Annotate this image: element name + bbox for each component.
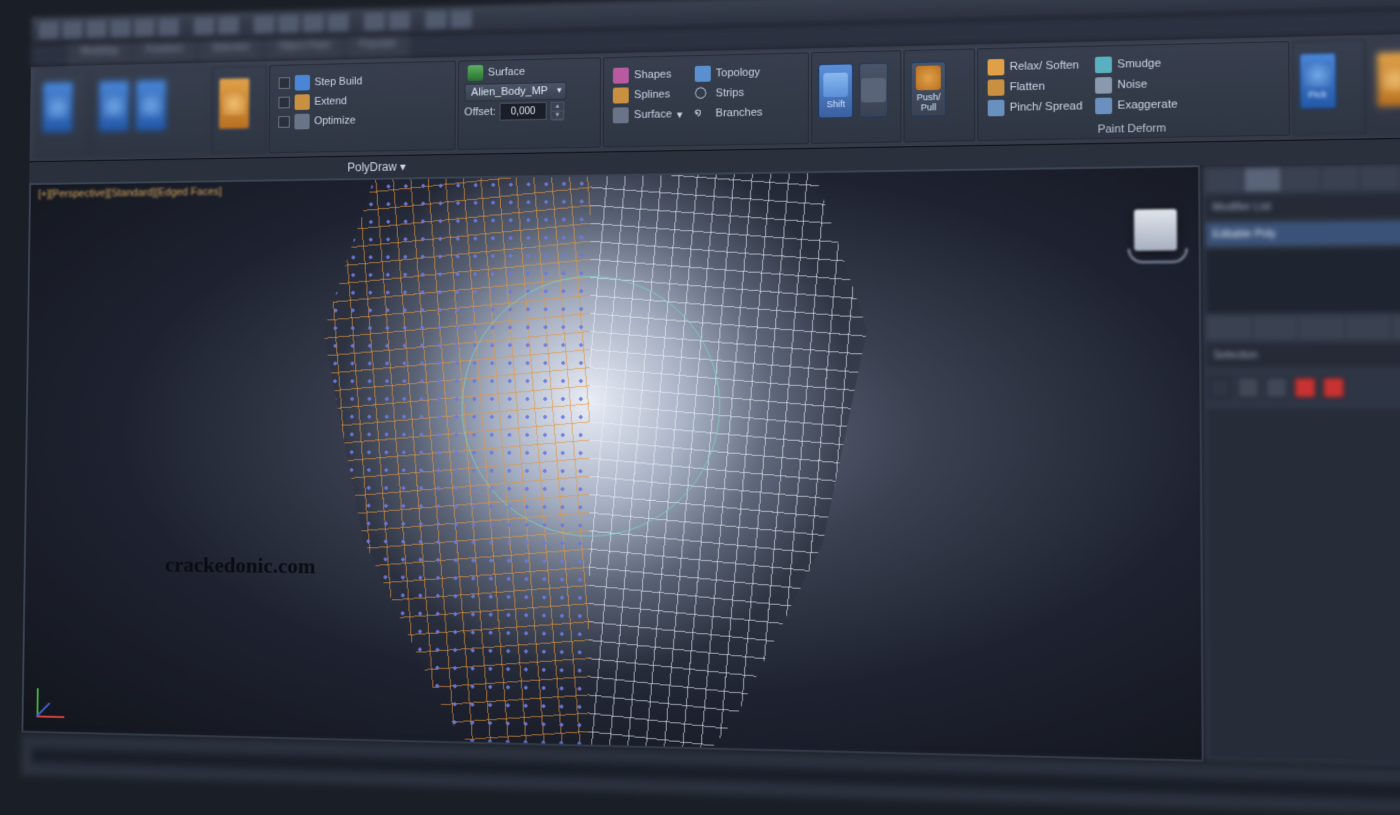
panel-pick: Pick (1291, 39, 1367, 135)
offset-spinner[interactable]: ▲▼ (551, 102, 565, 120)
new-icon[interactable] (62, 20, 82, 38)
relax-button[interactable]: Relax/ Soften (984, 56, 1085, 77)
pin-stack-icon[interactable] (1207, 317, 1251, 340)
viewcube[interactable] (1134, 209, 1177, 251)
tab-hierarchy-icon[interactable] (1283, 167, 1320, 190)
command-panel[interactable]: Modifier List Editable Poly Selection (1200, 161, 1400, 767)
shapes-button[interactable]: Shapes (610, 65, 685, 85)
border-swatch[interactable] (1266, 377, 1288, 398)
topology-tool-icon[interactable] (218, 77, 251, 130)
mesh-head[interactable] (236, 165, 958, 762)
vertex-swatch[interactable] (1209, 377, 1231, 398)
modifier-stack[interactable] (1206, 248, 1400, 313)
panel-edit: Step Build Extend Optimize (268, 61, 456, 154)
conform-tool-b-icon[interactable] (135, 79, 167, 132)
redo-icon[interactable] (158, 18, 179, 36)
snap-icon[interactable] (364, 12, 385, 30)
object-name-dropdown[interactable]: Alien_Body_MP (464, 82, 566, 102)
show-end-icon[interactable] (1253, 316, 1297, 339)
link-icon[interactable] (194, 17, 215, 35)
material-icon[interactable] (425, 10, 446, 28)
extend-button[interactable]: Extend (275, 92, 365, 111)
rollout-body[interactable] (1207, 409, 1400, 764)
conform-tool-a-icon[interactable] (98, 80, 130, 132)
panel-geometry: Shapes Splines Surface ▾ Topology ◯Strip… (603, 52, 809, 147)
save-icon[interactable] (110, 19, 131, 37)
app-icon[interactable] (39, 21, 59, 39)
axis-x (36, 715, 64, 718)
command-panel-tabs[interactable] (1206, 166, 1400, 192)
modifier-stack-item[interactable]: Editable Poly (1206, 220, 1400, 246)
offset-input[interactable] (500, 102, 547, 121)
panel-conform (91, 66, 210, 156)
edge-swatch[interactable] (1237, 377, 1259, 398)
smudge-button[interactable]: Smudge (1092, 54, 1181, 74)
tab-freeform[interactable]: Freeform (133, 40, 197, 65)
pushpull-button[interactable]: Push/ Pull (911, 61, 946, 117)
panel-brush (1368, 38, 1400, 135)
axis-gizmo (36, 675, 77, 719)
drag-tool-icon[interactable] (42, 81, 74, 133)
viewport-perspective[interactable]: [+][Perspective][Standard][Edged Faces] … (21, 165, 1203, 762)
move-icon[interactable] (278, 14, 299, 32)
remove-mod-icon[interactable] (1346, 316, 1391, 339)
surface-toggle[interactable]: Surface (465, 63, 528, 82)
stack-toolbar[interactable] (1207, 316, 1400, 340)
rollout-selection[interactable]: Selection (1207, 343, 1400, 367)
optimize-button[interactable]: Optimize (275, 112, 365, 131)
tab-display-icon[interactable] (1360, 166, 1397, 190)
rotate-icon[interactable] (303, 14, 324, 32)
exaggerate-button[interactable]: Exaggerate (1092, 95, 1181, 115)
open-icon[interactable] (86, 20, 106, 38)
undo-icon[interactable] (134, 18, 155, 36)
tab-create-icon[interactable] (1206, 169, 1242, 192)
shift-button[interactable]: Shift (819, 63, 854, 118)
tab-selection[interactable]: Selection (198, 38, 263, 63)
tab-objectpaint[interactable]: Object Paint (265, 36, 344, 61)
modifier-list-dropdown[interactable]: Modifier List (1206, 193, 1400, 219)
brush-icon[interactable] (1376, 51, 1400, 108)
pick-button[interactable]: Pick (1299, 52, 1337, 109)
tab-modeling[interactable]: Modeling (67, 42, 130, 66)
watermark-text: crackedonic.com (165, 552, 315, 579)
tab-modify-icon[interactable] (1244, 168, 1281, 191)
tab-populate[interactable]: Populate (345, 34, 410, 59)
panel-topo (211, 65, 267, 154)
splines-button[interactable]: Splines (610, 85, 685, 104)
render-icon[interactable] (450, 10, 471, 28)
scale-icon[interactable] (328, 13, 349, 31)
unlink-icon[interactable] (218, 16, 239, 34)
subobject-row (1207, 371, 1400, 405)
flatten-button[interactable]: Flatten (984, 77, 1085, 98)
noise-button[interactable]: Noise (1092, 74, 1181, 94)
tab-motion-icon[interactable] (1321, 167, 1358, 191)
topology-button[interactable]: Topology (692, 63, 766, 83)
offset-label: Offset: (464, 106, 495, 118)
viewport-label[interactable]: [+][Perspective][Standard][Edged Faces] (38, 186, 222, 200)
poly-swatch[interactable] (1294, 377, 1316, 398)
panel-pushpull: Push/ Pull (904, 48, 975, 142)
configure-icon[interactable] (1393, 316, 1400, 339)
stepbuild-button[interactable]: Step Build (275, 73, 365, 92)
strips-button[interactable]: ◯Strips (691, 83, 765, 103)
polydraw-dropdown[interactable]: PolyDraw ▾ (347, 160, 405, 175)
panel-surface: Surface Alien_Body_MP Offset: ▲▼ (457, 57, 601, 150)
element-swatch[interactable] (1323, 377, 1345, 398)
brush-gizmo-circle (461, 275, 721, 538)
make-unique-icon[interactable] (1299, 316, 1344, 339)
panel-shift: Shift (811, 50, 901, 144)
shift-mode-icon[interactable] (860, 63, 889, 118)
panel-drag (35, 69, 90, 157)
panel-paintdeform: Relax/ Soften Flatten Pinch/ Spread Smud… (977, 41, 1289, 141)
branches-button[interactable]: ໑Branches (691, 103, 765, 122)
pinch-button[interactable]: Pinch/ Spread (984, 97, 1085, 117)
surface-button[interactable]: Surface ▾ (610, 105, 685, 124)
angle-snap-icon[interactable] (389, 11, 410, 29)
select-icon[interactable] (254, 15, 275, 33)
